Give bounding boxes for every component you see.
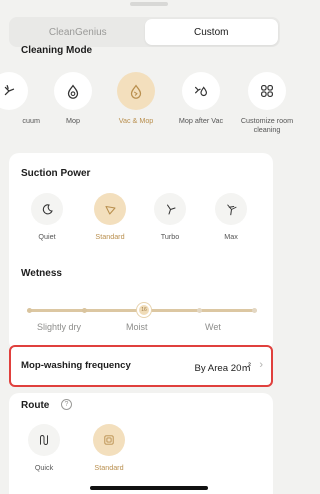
route-card: Route ? Quick Standard: [9, 393, 273, 494]
wetness-slider[interactable]: 16: [27, 303, 257, 317]
suction-max-label: Max: [224, 232, 238, 241]
wetness-label-slightly-dry: Slightly dry: [37, 322, 82, 332]
mop-after-vac-icon: [182, 72, 220, 110]
mop-washing-frequency-title: Mop-washing frequency: [21, 360, 131, 371]
route-title: Route: [21, 400, 50, 411]
mode-vacuum-label: cuum: [22, 116, 40, 125]
suction-standard-label: Standard: [95, 232, 125, 241]
suction-power-title: Suction Power: [21, 168, 91, 179]
vac-and-mop-icon: [117, 72, 155, 110]
sheet-grabber[interactable]: [130, 2, 168, 6]
suction-power-row: Quiet Standard Turbo Max: [9, 193, 273, 253]
suction-quiet-label: Quiet: [38, 232, 56, 241]
settings-card: Suction Power Quiet Standard Turbo Max W…: [9, 153, 273, 351]
standard-icon: [94, 193, 126, 225]
suction-turbo[interactable]: Turbo: [140, 193, 200, 241]
mop-washing-frequency-row[interactable]: Mop-washing frequency By Area 20㎡ ›: [9, 345, 273, 387]
mop-washing-frequency-value: By Area 20㎡: [194, 363, 251, 374]
mode-mop-label: Mop: [66, 116, 80, 125]
mode-vac-and-mop-label: Vac & Mop: [118, 116, 154, 125]
wetness-label-moist: Moist: [126, 322, 148, 332]
route-quick[interactable]: Quick: [21, 424, 67, 472]
wetness-tick: [197, 308, 202, 313]
customize-rooms-icon: [248, 72, 286, 110]
mode-vacuum[interactable]: cuum: [0, 72, 42, 125]
mode-mop-after-vac-label: Mop after Vac: [178, 116, 224, 125]
mop-icon: [54, 72, 92, 110]
home-indicator: [90, 486, 208, 490]
tab-custom[interactable]: Custom: [144, 19, 278, 45]
suction-quiet[interactable]: Quiet: [17, 193, 77, 241]
suction-standard[interactable]: Standard: [80, 193, 140, 241]
cleaning-mode-title: Cleaning Mode: [21, 45, 93, 56]
cleaning-mode-row: cuum Mop Vac & Mop Mop after Vac Customi…: [0, 72, 299, 142]
route-standard[interactable]: Standard: [86, 424, 132, 472]
route-quick-label: Quick: [34, 463, 54, 472]
standard-route-icon: [93, 424, 125, 456]
vacuum-icon: [0, 72, 28, 110]
turbo-icon: [154, 193, 186, 225]
mode-tabs: CleanGenius Custom: [9, 17, 280, 47]
route-standard-label: Standard: [94, 463, 124, 472]
max-icon: [215, 193, 247, 225]
wetness-tick: [82, 308, 87, 313]
suction-turbo-label: Turbo: [160, 232, 180, 241]
wetness-tick: [252, 308, 257, 313]
info-icon[interactable]: ?: [61, 399, 72, 410]
quiet-icon: [31, 193, 63, 225]
wetness-label-wet: Wet: [205, 322, 221, 332]
quick-route-icon: [28, 424, 60, 456]
wetness-title: Wetness: [21, 268, 62, 279]
wetness-tick: [27, 308, 32, 313]
mode-mop-after-vac[interactable]: Mop after Vac: [168, 72, 234, 125]
suction-max[interactable]: Max: [201, 193, 261, 241]
bottom-sheet: CleanGenius Custom Cleaning Mode cuum Mo…: [0, 0, 299, 494]
mode-vac-and-mop[interactable]: Vac & Mop: [103, 72, 169, 125]
wetness-slider-knob[interactable]: 16: [137, 303, 151, 317]
mode-mop[interactable]: Mop: [40, 72, 106, 125]
tab-cleangenius[interactable]: CleanGenius: [11, 19, 145, 45]
mode-customize-rooms[interactable]: Customize room cleaning: [234, 72, 299, 134]
mode-customize-rooms-label: Customize room cleaning: [240, 116, 294, 134]
chevron-right-icon: ›: [259, 359, 263, 371]
